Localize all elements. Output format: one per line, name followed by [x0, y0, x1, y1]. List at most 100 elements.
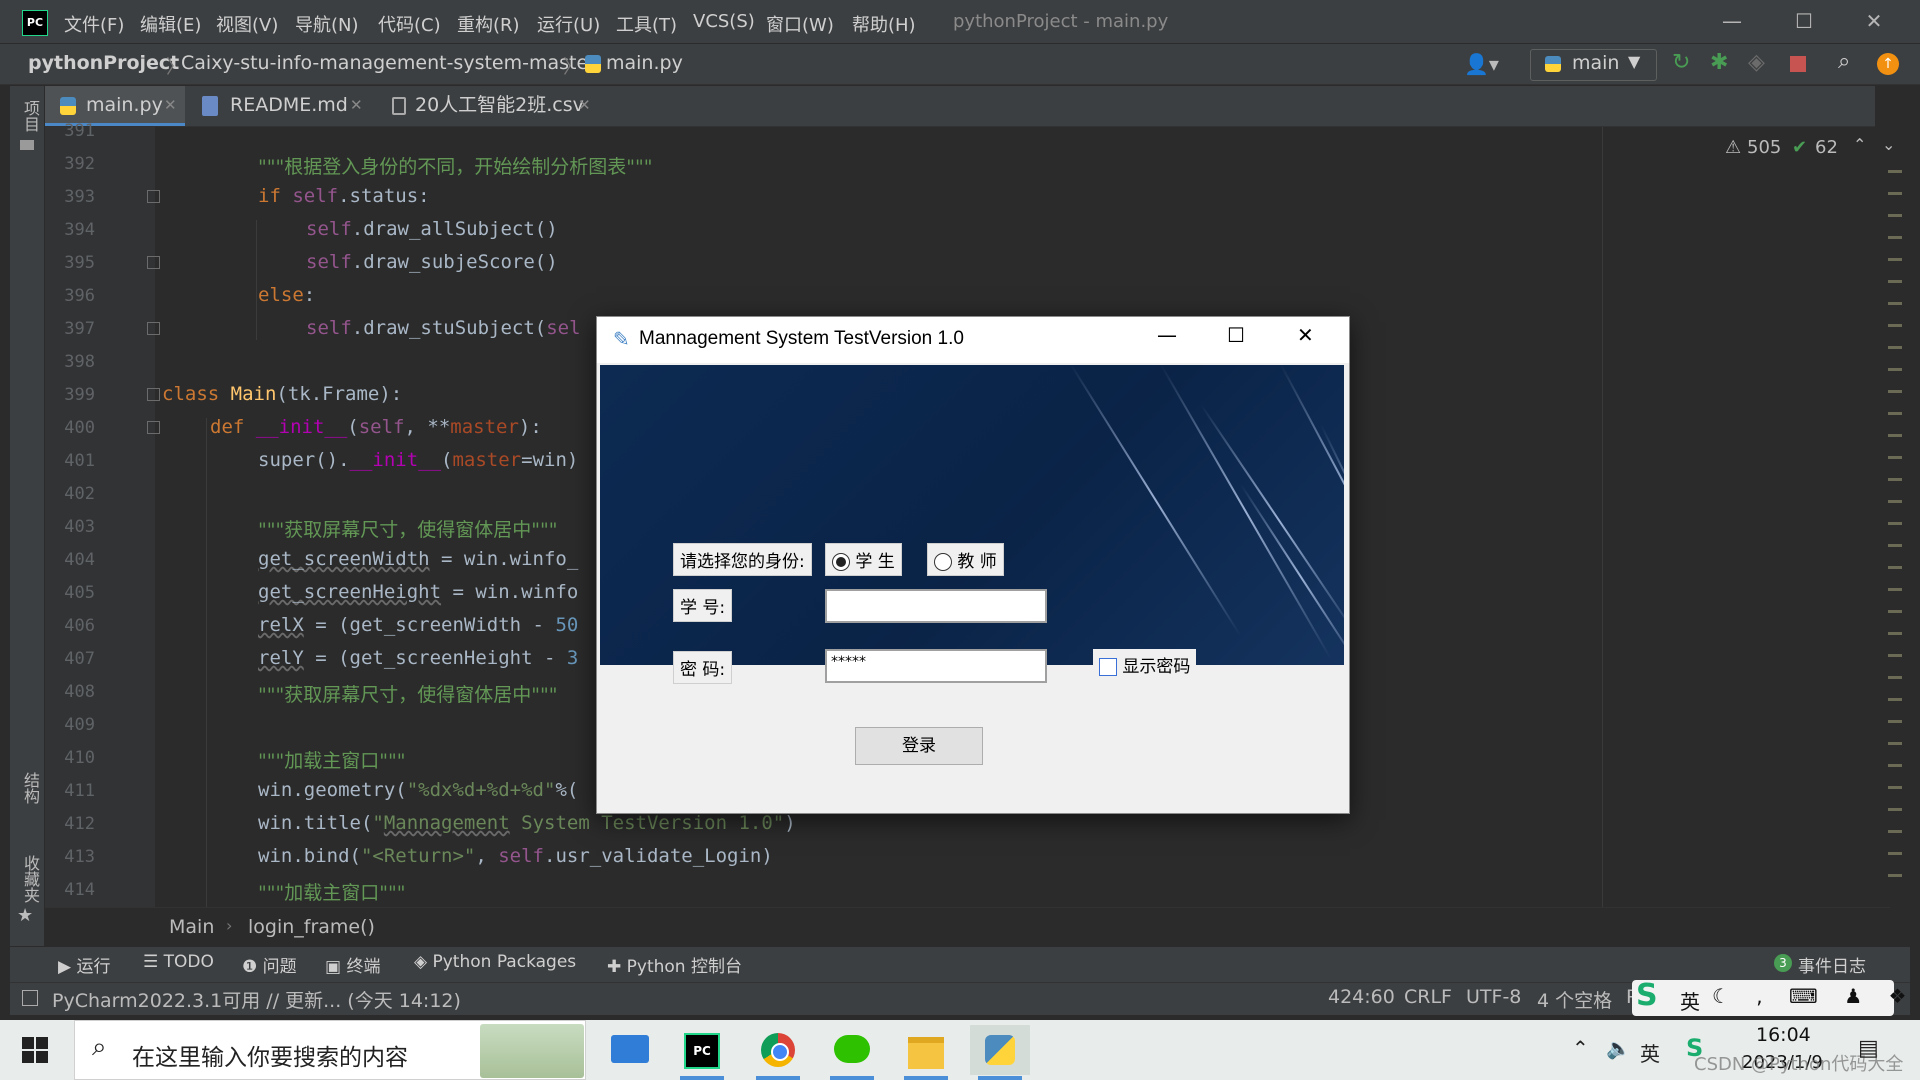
breadcrumb-file[interactable]: main.py [606, 52, 683, 74]
breadcrumb-folder[interactable]: Caixy-stu-info-management-system-master [181, 52, 596, 74]
dialog-maximize-button[interactable]: ☐ [1227, 323, 1245, 347]
indent-setting[interactable]: 4 个空格 [1537, 986, 1612, 1013]
problems-tool-button[interactable]: ❶ 问题 [242, 952, 297, 977]
minimize-button[interactable]: — [1712, 8, 1752, 34]
project-tool-button[interactable]: 项目 [18, 100, 42, 132]
checkbox-indicator[interactable] [1099, 658, 1117, 676]
fold-marker-icon[interactable] [147, 322, 160, 335]
menu-help[interactable]: 帮助(H) [852, 11, 916, 37]
fold-marker-icon[interactable] [147, 190, 160, 203]
radio-student-indicator[interactable] [832, 553, 850, 571]
radio-teacher-indicator[interactable] [934, 553, 952, 571]
python-tk-app-icon[interactable] [970, 1025, 1030, 1075]
student-id-input[interactable] [825, 589, 1047, 623]
fold-marker-icon[interactable] [147, 421, 160, 434]
mail-app-icon[interactable] [600, 1025, 660, 1075]
ok-count[interactable]: 62 [1815, 137, 1838, 158]
tab-csv[interactable]: 20人工智能2班.csv [415, 86, 584, 124]
user-icon[interactable]: 👤▾ [1464, 52, 1499, 76]
volume-icon[interactable]: 🔈 [1606, 1036, 1631, 1060]
warnings-count[interactable]: 505 [1747, 137, 1781, 158]
line-number: 402 [64, 484, 95, 504]
chevron-down-icon: ▼ [1628, 52, 1641, 71]
structure-tool-button[interactable]: 结构 [18, 772, 42, 804]
file-encoding[interactable]: UTF-8 [1466, 986, 1521, 1008]
line-number: 412 [64, 814, 95, 834]
menu-file[interactable]: 文件(F) [64, 11, 124, 37]
rerun-icon[interactable]: ↻ [1672, 50, 1690, 75]
radio-teacher[interactable]: 教 师 [927, 543, 1004, 576]
packages-tool-button[interactable]: ◈ Python Packages [414, 952, 576, 972]
run-tool-button[interactable]: ▶ 运行 [58, 952, 110, 977]
dialog-close-button[interactable]: ✕ [1297, 323, 1314, 347]
code-line-405: get_screenHeight = win.winfo [258, 581, 579, 603]
event-log-button[interactable]: 事件日志 [1798, 952, 1866, 977]
todo-tool-button[interactable]: ☰ TODO [143, 952, 214, 972]
search-icon[interactable]: ⌕ [1838, 49, 1850, 74]
show-password-checkbox[interactable]: 显示密码 [1093, 649, 1197, 680]
menu-vcs[interactable]: VCS(S) [693, 11, 755, 32]
menu-window[interactable]: 窗口(W) [766, 11, 834, 37]
python-console-icon: ✚ [607, 957, 627, 977]
notification-icon[interactable]: ▤ [1858, 1036, 1879, 1061]
stop-icon[interactable] [1790, 56, 1806, 72]
fold-marker-icon[interactable] [147, 256, 160, 269]
menu-code[interactable]: 代码(C) [378, 11, 441, 37]
pycharm-app-icon[interactable]: PC [672, 1025, 732, 1075]
clock-time[interactable]: 16:04 [1756, 1024, 1811, 1046]
ime-language[interactable]: 英 [1680, 986, 1700, 1015]
maximize-button[interactable]: ☐ [1784, 8, 1824, 34]
menu-refactor[interactable]: 重构(R) [457, 11, 520, 37]
tray-ime-indicator[interactable]: 英 [1640, 1038, 1660, 1067]
dialog-minimize-button[interactable]: — [1157, 323, 1177, 347]
menu-view[interactable]: 视图(V) [216, 11, 278, 37]
update-status[interactable]: PyCharm2022.3.1可用 // 更新... (今天 14:12) [52, 986, 461, 1013]
wechat-app-icon[interactable] [822, 1025, 882, 1075]
chevron-down-icon[interactable]: ⌄ [1882, 135, 1895, 154]
coverage-icon[interactable]: ◈ [1748, 50, 1765, 75]
check-icon: ✔ [1792, 137, 1808, 158]
line-number: 399 [64, 385, 95, 405]
menu-edit[interactable]: 编辑(E) [140, 11, 201, 37]
fold-marker-icon[interactable] [147, 388, 160, 401]
caret-position[interactable]: 424:60 [1328, 986, 1395, 1008]
line-number: 396 [64, 286, 95, 306]
menu-navigate[interactable]: 导航(N) [295, 11, 359, 37]
login-button[interactable]: 登录 [855, 727, 983, 765]
tab-readme[interactable]: README.md [230, 86, 348, 124]
error-stripe[interactable] [1888, 170, 1902, 890]
terminal-tool-button[interactable]: ▣ 终端 [325, 952, 380, 977]
console-tool-button[interactable]: ✚ Python 控制台 [607, 952, 742, 977]
tab-close-icon[interactable]: ✕ [350, 86, 363, 124]
breadcrumb-method[interactable]: login_frame() [248, 916, 375, 938]
line-number: 410 [64, 748, 95, 768]
window-icon [22, 990, 38, 1006]
file-explorer-icon[interactable] [896, 1025, 956, 1075]
close-button[interactable]: ✕ [1854, 8, 1894, 34]
tab-close-icon[interactable]: ✕ [164, 86, 177, 124]
update-icon[interactable]: ↑ [1877, 53, 1899, 75]
chrome-app-icon[interactable] [748, 1025, 808, 1075]
breadcrumb-project[interactable]: pythonProject [28, 52, 179, 74]
breadcrumb-class[interactable]: Main [169, 916, 214, 938]
ime-tools-icons[interactable]: ☾ , ⌨ ♟ ❖ [1712, 984, 1916, 1008]
windows-start-icon[interactable] [22, 1037, 48, 1063]
chevron-up-icon[interactable]: ⌃ [1853, 135, 1866, 154]
favorites-tool-button[interactable]: 收藏夹 [18, 855, 42, 903]
tab-label[interactable]: main.py [86, 86, 163, 124]
menu-run[interactable]: 运行(U) [537, 11, 600, 37]
star-icon: ★ [17, 905, 34, 926]
play-icon: ▶ [58, 957, 77, 977]
menu-tools[interactable]: 工具(T) [616, 11, 677, 37]
editor-right-gutter [1602, 127, 1891, 907]
password-input[interactable]: ***** [825, 649, 1047, 683]
line-separator[interactable]: CRLF [1404, 986, 1452, 1008]
tab-close-icon[interactable]: ✕ [578, 86, 591, 124]
tray-chevron-up-icon[interactable]: ⌃ [1572, 1036, 1589, 1060]
radio-student[interactable]: 学 生 [825, 543, 902, 576]
line-number: 400 [64, 418, 95, 438]
line-number: 404 [64, 550, 95, 570]
debug-icon[interactable]: ✱ [1710, 50, 1728, 75]
active-app-indicator [978, 1076, 1022, 1080]
active-app-indicator [680, 1076, 724, 1080]
